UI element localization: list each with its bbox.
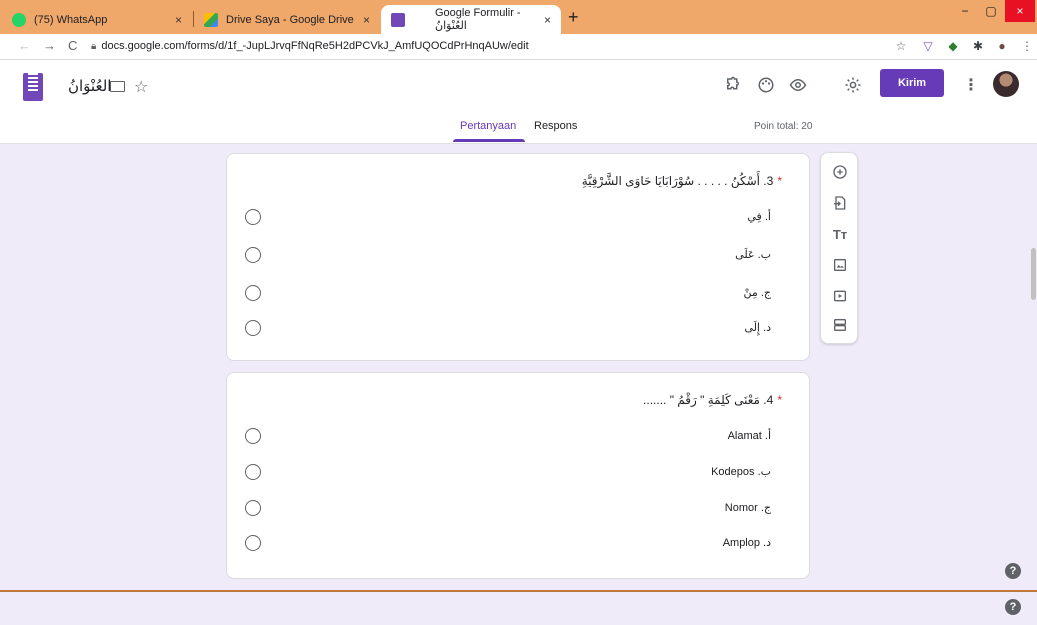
option-label: ج. مِنْ (743, 287, 771, 299)
google-forms-icon (391, 12, 405, 27)
star-icon[interactable]: ☆ (134, 77, 148, 97)
question-title: *4. مَعْنَى كَلِمَةِ " رَقْمُ " ....... (643, 393, 782, 407)
reload-button[interactable]: C (68, 38, 77, 53)
add-question-icon[interactable] (821, 162, 859, 182)
answer-option[interactable]: أ. Alamat (243, 425, 795, 449)
forward-button[interactable]: → (43, 38, 56, 53)
radio-button[interactable] (245, 209, 261, 225)
tab-google-forms[interactable]: Google Formulir - العُنْوَانُ × (381, 5, 561, 34)
radio-button[interactable] (245, 535, 261, 551)
close-tab-icon[interactable]: × (175, 13, 182, 27)
question-text: 3. أَسْكُنُ . . . . . سُوْرَابَايَا حَاو… (581, 174, 774, 188)
question-title: *3. أَسْكُنُ . . . . . سُوْرَابَايَا حَا… (582, 174, 782, 188)
address-bar[interactable]: 🔒︎ docs.google.com/forms/d/1f_-JupLJrvqFf… (91, 40, 529, 52)
profile-icon[interactable]: ● (995, 39, 1009, 53)
google-forms-logo-icon[interactable] (23, 73, 43, 101)
radio-button[interactable] (245, 500, 261, 516)
add-title-icon[interactable]: Tт (821, 224, 859, 244)
tab-questions[interactable]: Pertanyaan (460, 120, 516, 132)
answer-option[interactable]: ج. مِنْ (243, 282, 795, 306)
more-options-icon[interactable]: ⋮ (963, 75, 979, 95)
radio-button[interactable] (245, 428, 261, 444)
option-label: أ. Alamat (727, 430, 771, 442)
option-label: د. إِلَى (744, 322, 771, 334)
tab-title: (75) WhatsApp (34, 13, 108, 26)
question-text: 4. مَعْنَى كَلِمَةِ " رَقْمُ " ....... (643, 393, 774, 407)
import-questions-icon[interactable] (821, 193, 859, 213)
back-button[interactable]: ← (18, 38, 31, 53)
whatsapp-icon (12, 12, 26, 27)
form-title[interactable]: العُنْوَانُ (68, 77, 111, 95)
page-scrollbar[interactable] (1031, 248, 1036, 300)
active-tab-indicator (453, 139, 525, 142)
url-text: docs.google.com/forms/d/1f_-JupLJrvqFfNq… (101, 40, 529, 52)
settings-icon[interactable] (844, 76, 862, 99)
option-label: أ. فِي (747, 211, 771, 223)
window-close-button[interactable]: × (1005, 0, 1035, 22)
answer-option[interactable]: ب. عَلَى (243, 244, 795, 268)
question-card[interactable]: *3. أَسْكُنُ . . . . . سُوْرَابَايَا حَا… (226, 153, 810, 361)
new-tab-button[interactable]: + (568, 8, 579, 26)
radio-button[interactable] (245, 320, 261, 336)
radio-button[interactable] (245, 247, 261, 263)
tab-whatsapp[interactable]: (75) WhatsApp × (2, 5, 192, 34)
account-avatar[interactable] (993, 71, 1019, 97)
forms-header: ☆ العُنْوَانُ Kirim ⋮ Pertanyaan Respons… (0, 60, 1037, 144)
maximize-button[interactable]: ▢ (978, 0, 1004, 22)
browser-menu-icon[interactable]: ⋮ (1020, 39, 1034, 53)
option-label: ب. عَلَى (735, 249, 771, 261)
send-button[interactable]: Kirim (880, 69, 944, 97)
lock-icon: 🔒︎ (91, 41, 97, 52)
answer-option[interactable]: د. Amplop (243, 532, 795, 556)
answer-option[interactable]: أ. فِي (243, 206, 795, 230)
tab-title: Google Formulir - العُنْوَانُ (435, 7, 521, 32)
extension-shield-icon[interactable]: ▽ (921, 39, 935, 53)
answer-option[interactable]: د. إِلَى (243, 317, 795, 341)
add-section-icon[interactable] (821, 315, 859, 335)
palette-icon[interactable] (757, 76, 775, 99)
preview-eye-icon[interactable] (789, 76, 807, 99)
bookmark-star-icon[interactable]: ☆ (894, 39, 908, 53)
option-label: ج. Nomor (724, 502, 771, 514)
folder-icon[interactable] (110, 81, 125, 92)
required-asterisk: * (777, 393, 782, 407)
radio-button[interactable] (245, 464, 261, 480)
close-tab-icon[interactable]: × (363, 13, 370, 27)
browser-tab-strip: (75) WhatsApp × Drive Saya - Google Driv… (0, 0, 1037, 34)
extensions-puzzle-icon[interactable]: ✱ (971, 39, 985, 53)
minimize-button[interactable]: − (952, 0, 978, 22)
extension-icon[interactable]: ◆ (946, 39, 960, 53)
addon-puzzle-icon[interactable] (724, 76, 742, 99)
option-label: د. Amplop (722, 537, 771, 549)
google-drive-icon (204, 12, 218, 27)
points-total: Poin total: 20 (754, 121, 813, 132)
radio-button[interactable] (245, 285, 261, 301)
tab-google-drive[interactable]: Drive Saya - Google Drive × (194, 5, 380, 34)
required-asterisk: * (777, 174, 782, 188)
tab-responses[interactable]: Respons (534, 120, 577, 132)
answer-option[interactable]: ب. Kodepos (243, 461, 795, 485)
add-image-icon[interactable] (821, 255, 859, 275)
add-video-icon[interactable] (821, 286, 859, 306)
help-icon[interactable]: ? (1005, 563, 1021, 579)
close-tab-icon[interactable]: × (544, 13, 551, 27)
browser-toolbar: ← → C 🔒︎ docs.google.com/forms/d/1f_-JupL… (0, 34, 1037, 60)
help-icon[interactable]: ? (1005, 599, 1021, 615)
floating-toolbar: Tт (820, 152, 858, 344)
question-card[interactable]: *4. مَعْنَى كَلِمَةِ " رَقْمُ " ....... … (226, 372, 810, 579)
option-label: ب. Kodepos (711, 466, 771, 478)
tab-title: Drive Saya - Google Drive (226, 13, 354, 26)
bottom-strip (0, 592, 1037, 625)
answer-option[interactable]: ج. Nomor (243, 497, 795, 521)
